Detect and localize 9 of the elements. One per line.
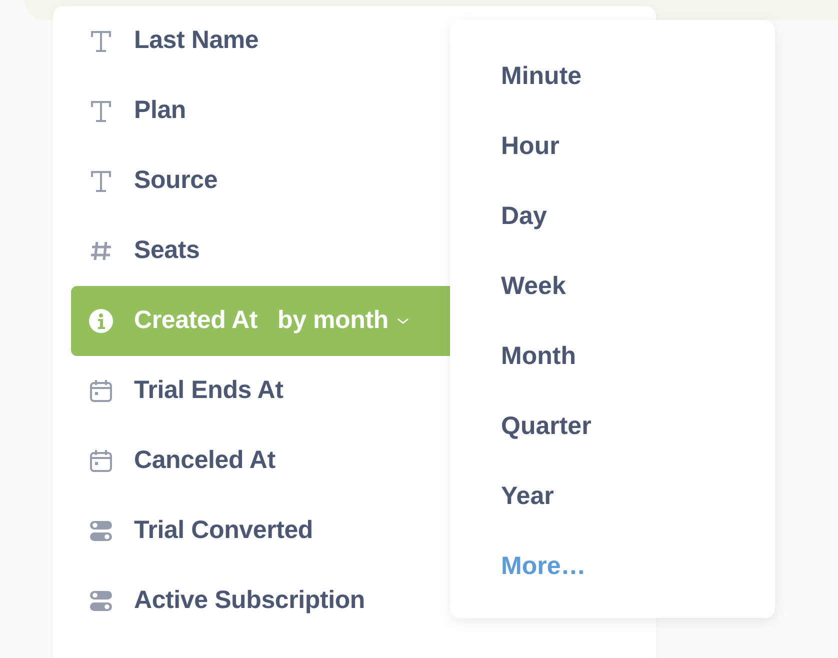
field-name: Last Name xyxy=(134,25,259,56)
field-name: Trial Converted xyxy=(134,515,313,546)
field-name: Active Subscription xyxy=(134,585,365,616)
field-name: Trial Ends At xyxy=(134,375,284,406)
field-name: Canceled At xyxy=(134,445,276,476)
field-name: Source xyxy=(134,165,218,196)
field-name: Plan xyxy=(134,95,186,126)
field-name: Created At xyxy=(134,305,258,336)
field-name: Seats xyxy=(134,235,200,266)
